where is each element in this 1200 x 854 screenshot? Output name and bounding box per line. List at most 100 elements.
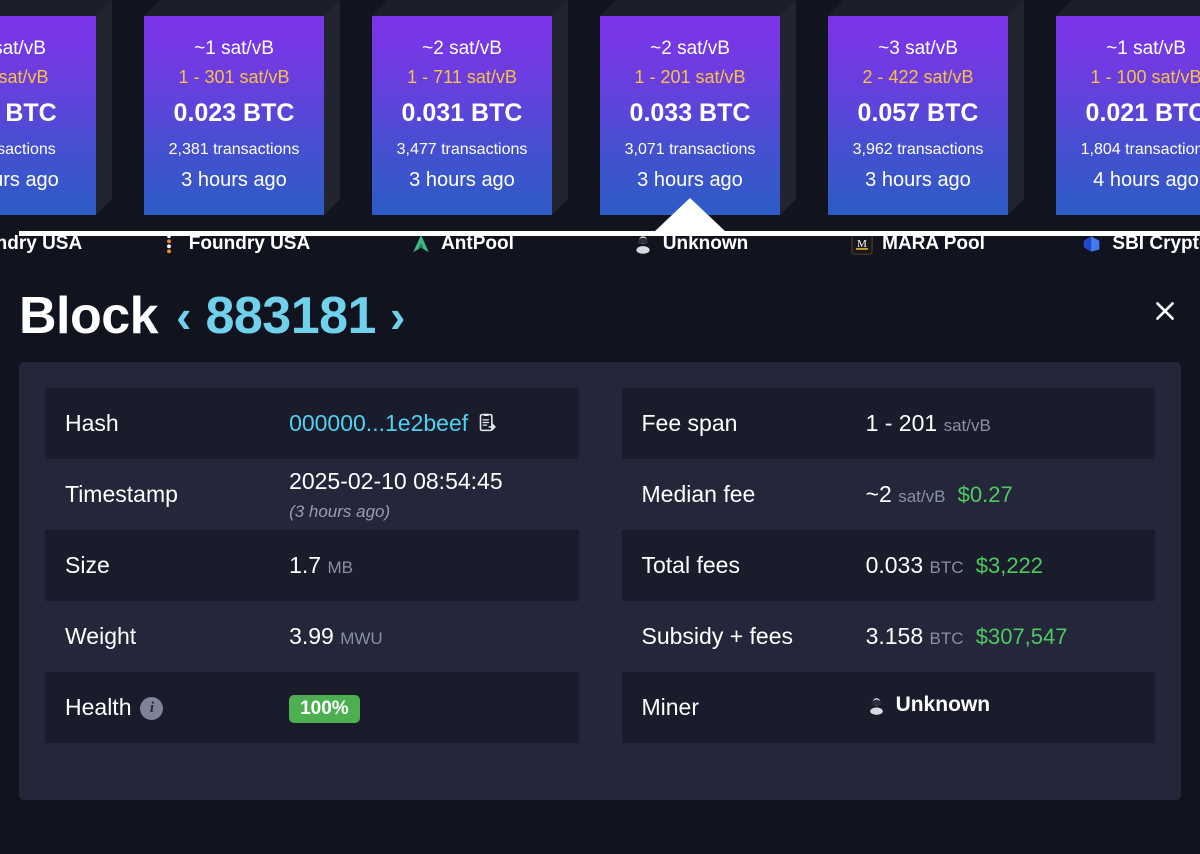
block-transaction-count: 3,477 transactions — [396, 140, 528, 158]
block-median-fee: ~? sat/vB — [0, 37, 46, 59]
fiat-value: $0.27 — [945, 482, 1013, 507]
row-value: 1.7 MB — [289, 552, 353, 578]
block-card[interactable]: ~2 sat/vB 1 - 711 sat/vB 0.031 BTC 3,477 tr… — [348, 0, 576, 258]
block-card-face[interactable]: ~2 sat/vB 1 - 711 sat/vB 0.031 BTC 3,477 tr… — [372, 16, 552, 215]
table-row: Hash 000000...1e2beef — [45, 388, 579, 459]
block-fee-span: 1 - 201 sat/vB — [634, 67, 746, 88]
next-block-button[interactable]: › — [390, 293, 405, 339]
table-row: Subsidy + fees 3.158 BTC $307,547 — [622, 601, 1156, 672]
row-value: ~2 sat/vB $0.27 — [865, 481, 1013, 507]
close-icon — [1156, 302, 1174, 320]
block-card[interactable]: ~3 sat/vB 2 - 422 sat/vB 0.057 BTC 3,962 tr… — [804, 0, 1032, 258]
status-badge: 100% — [289, 694, 360, 723]
pool-name: MARA Pool — [882, 233, 985, 254]
block-card-3d: ~1 sat/vB 1 - 100 sat/vB 0.021 BTC 1,804 tr… — [1056, 16, 1200, 215]
block-height[interactable]: 883181 — [205, 286, 376, 346]
block-hash-link[interactable]: 000000...1e2beef — [289, 410, 468, 436]
pool-name: AntPool — [441, 233, 514, 254]
block-age: 3 hours ago — [865, 169, 971, 192]
previous-block-button[interactable]: ‹ — [176, 293, 191, 339]
block-card-face[interactable]: ~1 sat/vB 1 - 301 sat/vB 0.023 BTC 2,381 tr… — [144, 16, 324, 215]
block-age: 3 hours ago — [181, 169, 287, 192]
svg-text:M: M — [857, 238, 867, 250]
row-label: Size — [65, 552, 110, 578]
block-total-fees: 0.021 BTC — [1085, 99, 1200, 128]
row-value: 000000...1e2beef — [269, 388, 578, 459]
row-value: 2025-02-10 08:54:45 (3 hours ago) — [269, 459, 578, 530]
block-card-face[interactable]: ~1 sat/vB 1 - 100 sat/vB 0.021 BTC 1,804 tr… — [1056, 16, 1200, 215]
timestamp-relative: (3 hours ago) — [289, 501, 391, 521]
detail-column-right: Fee span 1 - 201 sat/vB Median fee ~2 sat/v… — [621, 388, 1156, 774]
copy-icon[interactable] — [477, 412, 498, 433]
block-median-fee: ~2 sat/vB — [422, 37, 502, 59]
row-label: Fee span — [641, 410, 738, 436]
block-fee-span: 1 - 711 sat/vB — [407, 67, 517, 88]
value-unit: MB — [327, 558, 353, 577]
close-button[interactable] — [1148, 294, 1182, 328]
row-value: Unknown — [846, 672, 1155, 743]
row-label: Median fee — [641, 481, 756, 507]
info-icon[interactable]: i — [140, 697, 164, 720]
row-value: 100% — [269, 672, 578, 743]
block-detail-header: Block ‹ 883181 › — [0, 260, 1200, 362]
table-row: Fee span 1 - 201 sat/vB — [621, 388, 1155, 459]
mara-icon: M — [851, 233, 873, 255]
row-value: 3.158 BTC $307,547 — [865, 623, 1068, 649]
block-transaction-count: 3,071 transactions — [624, 140, 756, 158]
block-total-fees: 0.023 BTC — [173, 99, 295, 128]
pool-name: Foundry USA — [0, 233, 83, 254]
detail-column-left: Hash 000000...1e2beef Timestamp 2025-02-10 … — [45, 388, 579, 774]
value-unit: MWU — [340, 629, 383, 648]
block-median-fee: ~1 sat/vB — [1106, 37, 1186, 59]
table-row: Total fees 0.033 BTC $3,222 — [621, 530, 1155, 601]
unknown-miner-icon — [869, 697, 883, 715]
block-transaction-count: ? transactions — [0, 140, 56, 158]
block-detail-panel: Hash 000000...1e2beef Timestamp 2025-02-10 … — [19, 362, 1181, 800]
blockchain-strip: ~? sat/vB ?66 sat/vB ?65 BTC ? transactions… — [0, 0, 1200, 260]
table-row: Median fee ~2 sat/vB $0.27 — [622, 459, 1156, 530]
block-card[interactable]: ~1 sat/vB 1 - 301 sat/vB 0.023 BTC 2,381 tr… — [120, 0, 348, 258]
miner-value[interactable]: Unknown — [866, 693, 991, 717]
table-row: Timestamp 2025-02-10 08:54:45 (3 hours ago… — [45, 459, 579, 530]
blocks-row: ~? sat/vB ?66 sat/vB ?65 BTC ? transactions… — [0, 0, 1200, 258]
foundry-icon — [166, 234, 171, 254]
sbi-icon — [1084, 236, 1100, 252]
pool-name: Unknown — [662, 233, 749, 254]
fiat-value: $307,547 — [963, 624, 1068, 649]
block-transaction-count: 2,381 transactions — [168, 140, 300, 158]
block-fee-span: 1 - 100 sat/vB — [1090, 67, 1200, 88]
block-card-3d: ~1 sat/vB 1 - 301 sat/vB 0.023 BTC 2,381 tr… — [144, 16, 324, 215]
block-card-face[interactable]: ~3 sat/vB 2 - 422 sat/vB 0.057 BTC 3,962 tr… — [828, 16, 1008, 215]
block-card-face[interactable]: ~2 sat/vB 1 - 201 sat/vB 0.033 BTC 3,071 tr… — [600, 16, 780, 215]
block-info-table-left: Hash 000000...1e2beef Timestamp 2025-02-10 … — [45, 388, 579, 743]
block-total-fees: 0.057 BTC — [857, 99, 979, 128]
miner-name: Unknown — [895, 693, 991, 717]
block-fee-span: 1 - 301 sat/vB — [178, 67, 290, 88]
row-label: Health i — [45, 672, 269, 743]
block-card-3d: ~2 sat/vB 1 - 201 sat/vB 0.033 BTC 3,071 tr… — [600, 16, 780, 215]
row-label: Timestamp — [65, 481, 178, 507]
block-age: 3 hours ago — [409, 169, 515, 192]
row-label: Hash — [65, 410, 119, 436]
block-card-3d: ~2 sat/vB 1 - 711 sat/vB 0.031 BTC 3,477 tr… — [372, 16, 552, 215]
block-fee-span: ?66 sat/vB — [0, 67, 49, 88]
block-age: ? hours ago — [0, 169, 59, 192]
block-card[interactable]: ~1 sat/vB 1 - 100 sat/vB 0.021 BTC 1,804 tr… — [1032, 0, 1200, 258]
block-median-fee: ~3 sat/vB — [878, 37, 958, 59]
value-unit: BTC — [929, 558, 964, 577]
pool-name: SBI Crypto — [1112, 233, 1200, 254]
value-unit: sat/vB — [943, 416, 991, 435]
block-info-table-right: Fee span 1 - 201 sat/vB Median fee ~2 sat/v… — [621, 388, 1156, 743]
block-transaction-count: 3,962 transactions — [852, 140, 984, 158]
block-total-fees: 0.033 BTC — [629, 99, 751, 128]
block-fee-span: 2 - 422 sat/vB — [862, 67, 974, 88]
table-row: Miner Unknown — [621, 672, 1155, 743]
value-unit: BTC — [929, 629, 964, 648]
block-transaction-count: 1,804 transactions — [1080, 140, 1200, 158]
unknown-miner-icon — [636, 236, 650, 254]
value-unit: sat/vB — [898, 487, 946, 506]
block-card[interactable]: ~? sat/vB ?66 sat/vB ?65 BTC ? transactions… — [0, 0, 120, 258]
table-row: Health i 100% — [45, 672, 579, 743]
block-card-face[interactable]: ~? sat/vB ?66 sat/vB ?65 BTC ? transactions… — [0, 16, 96, 215]
block-total-fees: 0.031 BTC — [401, 99, 523, 128]
